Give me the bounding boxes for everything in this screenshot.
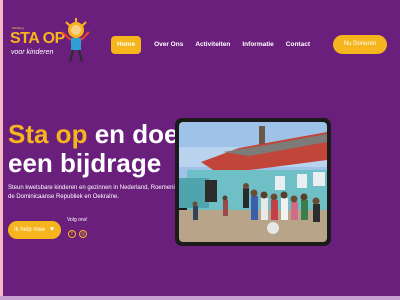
donate-button[interactable]: Nu Doneren [333, 35, 387, 54]
frame-edge [0, 0, 3, 300]
hero-rest: en doe [94, 119, 179, 149]
hero-heading: Sta op en doe een bijdrage [8, 120, 178, 178]
nav-activiteiten[interactable]: Activiteiten [189, 36, 236, 54]
hero-line-2: een bijdrage [8, 148, 162, 178]
child-figure-icon [61, 18, 90, 63]
help-button[interactable]: Ik help mee ♥ [8, 221, 61, 239]
children-photo [179, 122, 327, 242]
nav-home[interactable]: Home [111, 36, 142, 54]
hero-highlight: Sta op [8, 119, 88, 149]
hero-line-1: Sta op en doe [8, 120, 178, 149]
frame-edge-bottom [0, 296, 400, 300]
logo-subtitle: voor kinderen [11, 49, 54, 56]
follow-label: Volg ons! [67, 217, 88, 223]
logo-title: STA OP [10, 30, 65, 47]
heart-icon: ♥ [49, 226, 54, 233]
nav-informatie[interactable]: Informatie [236, 36, 279, 54]
instagram-icon[interactable]: ◎ [79, 230, 87, 238]
nav-contact[interactable]: Contact [280, 36, 316, 54]
logo[interactable]: Stichting STA OP voor kinderen [8, 18, 92, 70]
help-button-label: Ik help mee [14, 227, 46, 233]
main-nav: Home Over Ons Activiteiten Informatie Co… [111, 36, 316, 54]
hero-description: Steun kwetsbare kinderen en gezinnen in … [8, 185, 180, 200]
nav-over-ons[interactable]: Over Ons [148, 36, 189, 54]
facebook-icon[interactable]: f [68, 230, 76, 238]
